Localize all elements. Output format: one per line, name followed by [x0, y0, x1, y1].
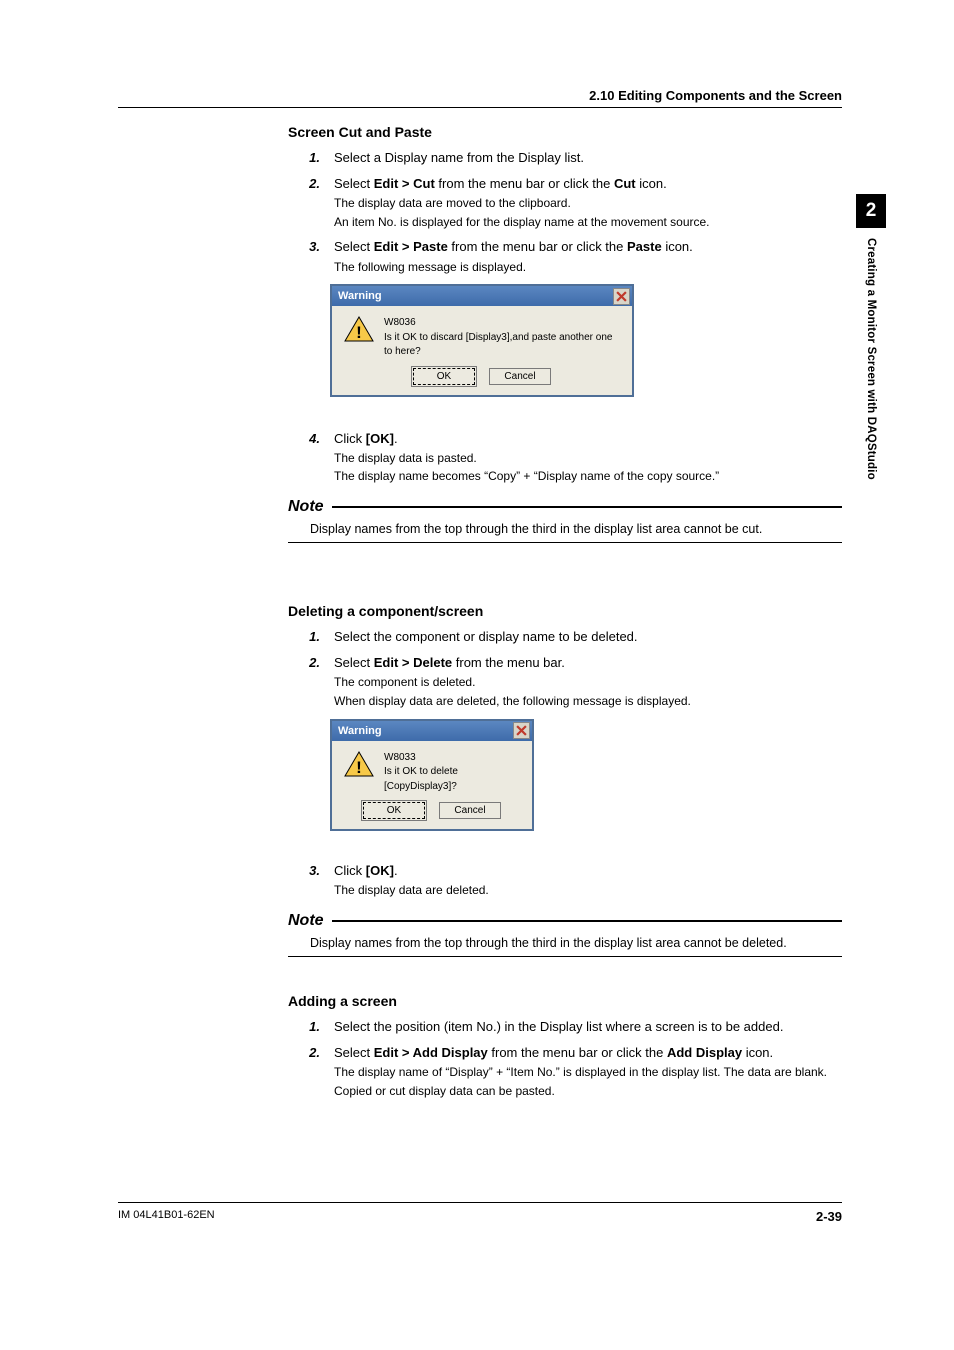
step-body: Click [OK]. The display data are deleted…: [334, 861, 842, 900]
step-number: 1.: [306, 148, 320, 168]
step-number: 3.: [306, 861, 320, 900]
step-body: Click [OK]. The display data is pasted. …: [334, 429, 842, 486]
heading-screen-cut-paste: Screen Cut and Paste: [288, 124, 842, 140]
page-number: 2-39: [816, 1209, 842, 1224]
note-body: Display names from the top through the t…: [288, 930, 842, 957]
close-icon: [616, 291, 627, 302]
step-body: Select Edit > Paste from the menu bar or…: [334, 237, 842, 276]
page-footer: IM 04L41B01-62EN 2-39: [118, 1202, 842, 1224]
dialog-title-text: Warning: [338, 290, 382, 302]
chapter-tab: 2 Creating a Monitor Screen with DAQStud…: [856, 194, 886, 480]
note-block: Note Display names from the top through …: [288, 498, 842, 543]
warning-dialog: Warning ! W8033 Is it OK to delete [Copy…: [330, 719, 534, 832]
close-button[interactable]: [613, 288, 630, 305]
section-header: 2.10 Editing Components and the Screen: [118, 88, 842, 108]
section-header-text: 2.10 Editing Components and the Screen: [589, 88, 842, 103]
step-number: 1.: [306, 627, 320, 647]
svg-text:!: !: [356, 323, 362, 342]
ok-button[interactable]: OK: [413, 368, 475, 385]
chapter-title: Creating a Monitor Screen with DAQStudio: [865, 238, 877, 480]
dialog-message: W8036 Is it OK to discard [Display3],and…: [384, 316, 618, 360]
warning-dialog: Warning ! W8036 Is it OK to discard [Dis…: [330, 284, 634, 397]
dialog-titlebar: Warning: [332, 721, 532, 741]
note-block: Note Display names from the top through …: [288, 912, 842, 957]
step-number: 2.: [306, 653, 320, 710]
note-body: Display names from the top through the t…: [288, 516, 842, 543]
step-body: Select the position (item No.) in the Di…: [334, 1017, 842, 1037]
warning-icon: !: [344, 751, 374, 777]
step-body: Select Edit > Add Display from the menu …: [334, 1043, 842, 1100]
note-rule: [332, 920, 842, 922]
heading-adding-screen: Adding a screen: [288, 993, 842, 1009]
cancel-button[interactable]: Cancel: [439, 802, 501, 819]
warning-icon: !: [344, 316, 374, 342]
note-label: Note: [288, 498, 324, 516]
step-number: 2.: [306, 174, 320, 231]
cancel-button[interactable]: Cancel: [489, 368, 551, 385]
close-button[interactable]: [513, 722, 530, 739]
step-body: Select Edit > Cut from the menu bar or c…: [334, 174, 842, 231]
main-content: Screen Cut and Paste 1. Select a Display…: [288, 124, 842, 1104]
step-number: 2.: [306, 1043, 320, 1100]
step-body: Select the component or display name to …: [334, 627, 842, 647]
heading-deleting: Deleting a component/screen: [288, 603, 842, 619]
dialog-titlebar: Warning: [332, 286, 632, 306]
step-number: 4.: [306, 429, 320, 486]
note-label: Note: [288, 912, 324, 930]
step-body: Select Edit > Delete from the menu bar. …: [334, 653, 842, 710]
doc-id: IM 04L41B01-62EN: [118, 1209, 215, 1224]
note-rule: [332, 506, 842, 508]
chapter-number: 2: [856, 194, 886, 228]
step-number: 1.: [306, 1017, 320, 1037]
step-number: 3.: [306, 237, 320, 276]
close-icon: [516, 725, 527, 736]
ok-button[interactable]: OK: [363, 802, 425, 819]
svg-text:!: !: [356, 758, 362, 777]
step-body: Select a Display name from the Display l…: [334, 148, 842, 168]
dialog-message: W8033 Is it OK to delete [CopyDisplay3]?: [384, 751, 518, 795]
dialog-title-text: Warning: [338, 725, 382, 737]
